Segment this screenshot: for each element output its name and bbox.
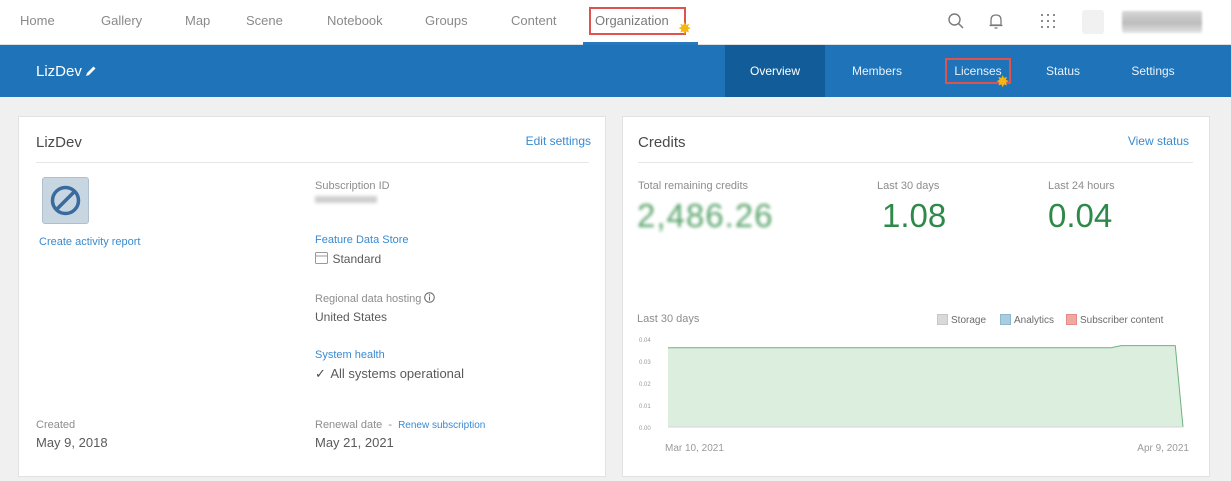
renewal-separator: -: [388, 419, 393, 431]
legend-label-analytics: Analytics: [1014, 315, 1055, 326]
y-tick-label: 0.00: [639, 426, 651, 432]
edit-settings-link[interactable]: Edit settings: [489, 134, 591, 148]
nav-organization[interactable]: Organization: [589, 7, 686, 35]
regional-hosting-label: Regional data hosting: [315, 292, 436, 305]
divider: [638, 162, 1193, 163]
view-status-link[interactable]: View status: [1093, 134, 1189, 148]
total-credits-label: Total remaining credits: [638, 180, 749, 192]
credits-card: Credits View status Total remaining cred…: [622, 116, 1210, 477]
top-navigation: Home Gallery Map Scene Notebook Groups C…: [0, 0, 1231, 45]
series-area-storage: [668, 345, 1183, 427]
organization-header: LizDev Overview Members Licenses ✸ Statu…: [0, 45, 1231, 97]
legend-label-storage: Storage: [951, 315, 987, 326]
user-name-redacted[interactable]: [1122, 11, 1202, 33]
feature-data-store-link[interactable]: Feature Data Store: [315, 234, 409, 246]
subscription-id-label: Subscription ID: [315, 180, 390, 192]
total-credits-value: 2,486.26: [637, 197, 774, 234]
last24-label: Last 24 hours: [1048, 180, 1115, 192]
nav-notebook[interactable]: Notebook: [327, 13, 383, 28]
app-launcher-icon[interactable]: [1040, 13, 1056, 34]
organization-name: LizDev: [36, 63, 82, 80]
renewal-value: May 21, 2021: [315, 435, 394, 450]
created-value: May 9, 2018: [36, 435, 108, 450]
system-health-value: ✓ All systems operational: [315, 365, 464, 383]
system-health-link[interactable]: System health: [315, 349, 385, 361]
feature-store-text: Standard: [332, 252, 382, 266]
nav-scene[interactable]: Scene: [246, 13, 283, 28]
renewal-row: Renewal date - Renew subscription: [315, 419, 485, 431]
feature-store-value: Standard: [315, 250, 381, 268]
nav-home[interactable]: Home: [20, 13, 55, 28]
check-icon: ✓: [315, 366, 326, 381]
y-tick-label: 0.02: [639, 382, 651, 388]
tab-settings[interactable]: Settings: [1120, 45, 1186, 97]
no-thumbnail-icon: [50, 185, 81, 216]
info-icon[interactable]: [424, 292, 436, 303]
y-tick-label: 0.01: [639, 404, 651, 410]
cursor-click-icon: ✸: [678, 21, 692, 38]
nav-groups[interactable]: Groups: [425, 13, 468, 28]
legend-swatch-subscriber: [1066, 314, 1077, 325]
legend-swatch-storage: [937, 314, 948, 325]
x-tick-label: Mar 10, 2021: [665, 443, 724, 454]
create-activity-report-link[interactable]: Create activity report: [39, 236, 140, 248]
tab-members[interactable]: Members: [838, 45, 916, 97]
y-tick-label: 0.03: [639, 360, 651, 366]
credits-area-chart: 0.04 0.03 0.02 0.01 0.00 Mar 10, 2021 Apr 9, 2…: [639, 338, 1189, 454]
system-health-text: All systems operational: [330, 366, 465, 381]
chart-title: Last 30 days: [637, 313, 700, 325]
renew-subscription-link[interactable]: Renew subscription: [398, 420, 485, 431]
legend-storage[interactable]: Storage: [937, 314, 986, 326]
avatar[interactable]: [1082, 10, 1104, 34]
nav-organization-label: Organization: [595, 13, 669, 28]
nav-map[interactable]: Map: [185, 13, 210, 28]
renewal-label: Renewal date: [315, 419, 383, 431]
subscription-id-redacted: [315, 196, 377, 203]
tab-status[interactable]: Status: [1036, 45, 1090, 97]
card-title: LizDev: [36, 134, 82, 151]
cursor-click-icon-2: ✸: [996, 74, 1010, 91]
legend-swatch-analytics: [1000, 314, 1011, 325]
organization-thumbnail[interactable]: [42, 177, 89, 224]
regional-hosting-value: United States: [315, 310, 388, 324]
edit-pencil-icon[interactable]: [85, 64, 97, 82]
legend-analytics[interactable]: Analytics: [1000, 314, 1054, 326]
bell-icon[interactable]: [988, 12, 1004, 35]
last30-label: Last 30 days: [877, 180, 940, 192]
y-tick-label: 0.04: [639, 338, 651, 344]
divider: [36, 162, 589, 163]
legend-label-subscriber: Subscriber content: [1080, 315, 1164, 326]
last30-value: 1.08: [882, 197, 947, 234]
nav-content[interactable]: Content: [511, 13, 557, 28]
database-icon: [315, 252, 328, 264]
nav-gallery[interactable]: Gallery: [101, 13, 142, 28]
created-label: Created: [36, 419, 76, 431]
legend-subscriber-content[interactable]: Subscriber content: [1066, 314, 1163, 326]
x-tick-label: Apr 9, 2021: [1137, 443, 1189, 454]
regional-hosting-text: Regional data hosting: [315, 293, 422, 305]
credits-title: Credits: [638, 134, 686, 151]
last24-value: 0.04: [1048, 197, 1113, 234]
tab-overview[interactable]: Overview: [725, 45, 825, 97]
organization-card: LizDev Edit settings Create activity rep…: [18, 116, 606, 477]
search-icon[interactable]: [947, 12, 965, 35]
